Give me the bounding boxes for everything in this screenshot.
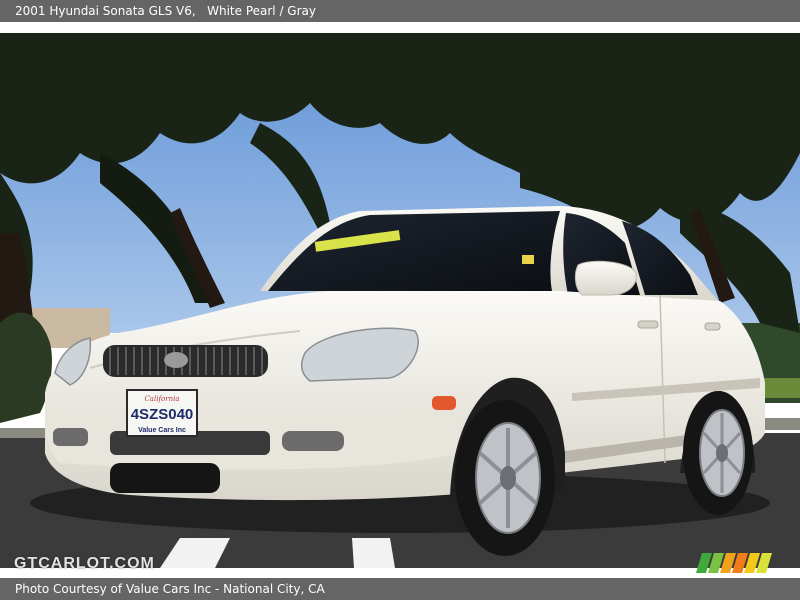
fog-light-left	[53, 428, 88, 446]
stripes-logo-icon	[696, 553, 774, 573]
plate-number: 4SZS040	[131, 406, 194, 423]
bottom-credit-bar: Photo Courtesy of Value Cars Inc - Natio…	[0, 578, 800, 600]
door-handle-rear	[704, 322, 721, 331]
plate-state: California	[144, 395, 179, 403]
front-hub	[500, 466, 516, 490]
gtcarlot-watermark: GTCARLOT.COM	[14, 555, 155, 572]
photo-credit: Photo Courtesy of Value Cars Inc - Natio…	[15, 582, 325, 596]
plate-frame-text: Value Cars Inc	[138, 427, 186, 434]
front-left-tire	[110, 463, 220, 493]
hyundai-emblem	[164, 352, 188, 368]
fog-light-right	[282, 431, 344, 451]
car-photo: California 4SZS040 Value Cars Inc	[0, 33, 800, 568]
parking-line-right	[352, 538, 395, 568]
side-mirror	[574, 260, 637, 296]
inspection-sticker	[522, 255, 534, 264]
background-lawn	[760, 378, 800, 398]
caption-title: 2001 Hyundai Sonata GLS V6, White Pearl …	[15, 4, 316, 18]
top-caption-bar: 2001 Hyundai Sonata GLS V6, White Pearl …	[0, 0, 800, 22]
turn-signal	[432, 396, 456, 410]
rear-hub	[716, 444, 728, 462]
curb-left	[0, 428, 50, 438]
door-handle-front	[637, 320, 659, 329]
